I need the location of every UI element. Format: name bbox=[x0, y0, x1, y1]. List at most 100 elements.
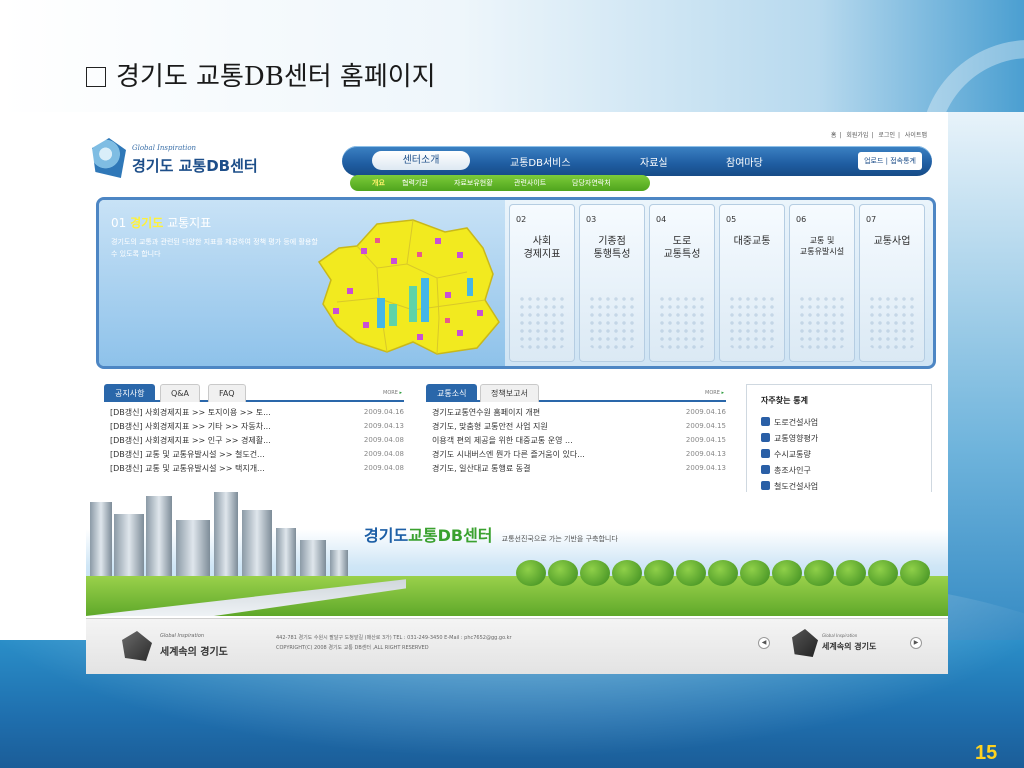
footer-banner-name: 세계속의 경기도 bbox=[822, 642, 877, 651]
news-date: 2009.04.13 bbox=[685, 464, 726, 472]
tile-number: 05 bbox=[726, 215, 737, 224]
main-nav-item-center-intro[interactable]: 센터소개 bbox=[372, 151, 470, 170]
footer-next-button[interactable]: ▶ bbox=[910, 637, 922, 649]
footer-prev-button[interactable]: ◀ bbox=[758, 637, 770, 649]
main-nav-item-participation[interactable]: 참여마당 bbox=[726, 154, 763, 169]
building-shape bbox=[90, 502, 112, 580]
city-banner-image: 경기도교통DB센터 교통선진국으로 가는 기반을 구축합니다 bbox=[86, 492, 948, 616]
news-tabs: 교통소식 정책보고서 MORE ▸ bbox=[426, 382, 726, 402]
gyeonggi-emblem-icon bbox=[792, 629, 818, 657]
tree-shape bbox=[516, 560, 546, 586]
news-row[interactable]: 경기도교통연수원 홈페이지 개편 2009.04.16 bbox=[426, 406, 726, 420]
tile-road-traffic[interactable]: 04 도로 교통특성 bbox=[649, 204, 715, 362]
notice-title: [DB갱신] 교통 및 교통유발시설 >> 택지개... bbox=[110, 464, 265, 473]
tile-od-travel[interactable]: 03 기종점 통행특성 bbox=[579, 204, 645, 362]
util-link-login[interactable]: 로그인 bbox=[878, 132, 895, 139]
util-link-sitemap[interactable]: 사이트맵 bbox=[905, 132, 927, 139]
favorite-item-population[interactable]: 총조사인구 bbox=[761, 465, 811, 481]
news-row[interactable]: 경기도 시내버스엔 뭔가 다른 즐거움이 있다... 2009.04.13 bbox=[426, 448, 726, 462]
slogan-prefix: 경기도 bbox=[364, 526, 409, 545]
favorite-label: 교통영향평가 bbox=[774, 434, 819, 443]
footer-address: 442-781 경기도 수원시 팔달구 도청앞길 (매산로 3가) TEL : … bbox=[276, 633, 512, 653]
slogan-brand: 교통DB센터 bbox=[408, 526, 493, 545]
news-title: 경기도, 맞춤형 교통안전 사업 지원 bbox=[432, 422, 548, 431]
util-link-signup[interactable]: 회원가입 bbox=[846, 132, 868, 139]
footer-tagline: Global Inspiration bbox=[160, 633, 205, 639]
notice-date: 2009.04.08 bbox=[363, 436, 404, 444]
tree-shape bbox=[836, 560, 866, 586]
favorite-label: 도로건설사업 bbox=[774, 418, 819, 427]
footer-logo: Global Inspiration 세계속의 경기도 bbox=[122, 631, 242, 663]
news-list: 경기도교통연수원 홈페이지 개편 2009.04.16 경기도, 맞춤형 교통안전… bbox=[426, 406, 726, 476]
sub-nav-item-overview[interactable]: 개요 bbox=[372, 178, 385, 188]
notice-row[interactable]: [DB갱신] 사회경제지표 >> 인구 >> 경제활... 2009.04.08 bbox=[104, 434, 404, 448]
tile-pattern bbox=[728, 295, 776, 349]
notice-more-link[interactable]: MORE ▸ bbox=[383, 390, 402, 396]
tree-shape bbox=[900, 560, 930, 586]
news-row[interactable]: 경기도, 맞춤형 교통안전 사업 지원 2009.04.15 bbox=[426, 420, 726, 434]
tile-public-transit[interactable]: 05 대중교통 bbox=[719, 204, 785, 362]
news-date: 2009.04.15 bbox=[685, 436, 726, 444]
tile-pattern bbox=[588, 295, 636, 349]
news-row[interactable]: 경기도, 일산대교 통행료 동결 2009.04.13 bbox=[426, 462, 726, 476]
footer-copyright: COPYRIGHT(C) 2008 경기도 교통 DB센터 ,ALL RIGHT… bbox=[276, 645, 429, 651]
favorite-label: 철도건설사업 bbox=[774, 482, 819, 491]
sub-nav-item-related-sites[interactable]: 관련사이트 bbox=[514, 178, 546, 188]
footer-banner-tagline: Global Inspiration bbox=[822, 633, 858, 638]
tile-number: 06 bbox=[796, 215, 807, 224]
util-link-home[interactable]: 홈 bbox=[831, 132, 837, 139]
tile-pattern bbox=[518, 295, 566, 349]
sub-nav-item-contacts[interactable]: 담당자연락처 bbox=[572, 178, 611, 188]
news-board: 교통소식 정책보고서 MORE ▸ 경기도교통연수원 홈페이지 개편 2009.0… bbox=[426, 382, 726, 490]
tab-policy-reports[interactable]: 정책보고서 bbox=[480, 384, 539, 402]
tab-traffic-news[interactable]: 교통소식 bbox=[426, 384, 478, 402]
slide-right-band bbox=[948, 112, 1024, 672]
notice-title: [DB갱신] 교통 및 교통유발시설 >> 철도건... bbox=[110, 450, 265, 459]
tab-faq[interactable]: FAQ bbox=[208, 384, 246, 402]
favorite-item-traffic-volume[interactable]: 수시교통량 bbox=[761, 449, 811, 465]
notice-row[interactable]: [DB갱신] 교통 및 교통유발시설 >> 택지개... 2009.04.08 bbox=[104, 462, 404, 476]
footer-banner-logo[interactable]: Global Inspiration 세계속의 경기도 bbox=[792, 629, 902, 661]
tree-shape bbox=[740, 560, 770, 586]
slide-title-text: 경기도 교통DB센터 홈페이지 bbox=[116, 62, 436, 92]
feature-heading: 01 경기도 교통지표 bbox=[111, 214, 211, 231]
more-arrow-icon: ▸ bbox=[399, 390, 402, 396]
main-nav-item-db-service[interactable]: 교통DB서비스 bbox=[510, 154, 571, 169]
notice-title: [DB갱신] 사회경제지표 >> 기타 >> 자동차... bbox=[110, 422, 271, 431]
sub-nav-item-holdings[interactable]: 자료보유현황 bbox=[454, 178, 493, 188]
tile-traffic-facilities[interactable]: 06 교통 및 교통유발시설 bbox=[789, 204, 855, 362]
tile-traffic-projects[interactable]: 07 교통사업 bbox=[859, 204, 925, 362]
logo-emblem-icon bbox=[92, 138, 126, 178]
notice-title: [DB갱신] 사회경제지표 >> 토지이용 >> 토... bbox=[110, 408, 271, 417]
news-more-link[interactable]: MORE ▸ bbox=[705, 390, 724, 396]
building-shape bbox=[214, 492, 238, 580]
favorite-item-traffic-impact[interactable]: 교통영향평가 bbox=[761, 433, 818, 449]
news-row[interactable]: 이용객 편의 제공을 위한 대중교통 운영 ... 2009.04.15 bbox=[426, 434, 726, 448]
favorite-item-road-construction[interactable]: 도로건설사업 bbox=[761, 417, 818, 433]
notice-row[interactable]: [DB갱신] 사회경제지표 >> 기타 >> 자동차... 2009.04.13 bbox=[104, 420, 404, 434]
upload-stats-buttons[interactable]: 업로드 | 접속통계 bbox=[858, 152, 922, 170]
tree-shape bbox=[676, 560, 706, 586]
more-arrow-icon: ▸ bbox=[721, 390, 724, 396]
tree-shape bbox=[548, 560, 578, 586]
sub-nav-item-partners[interactable]: 협력기관 bbox=[402, 178, 428, 188]
notice-date: 2009.04.16 bbox=[363, 408, 404, 416]
tile-label: 기종점 통행특성 bbox=[593, 236, 631, 260]
notice-list: [DB갱신] 사회경제지표 >> 토지이용 >> 토... 2009.04.16 … bbox=[104, 406, 404, 476]
tab-qna[interactable]: Q&A bbox=[160, 384, 201, 402]
tile-socioeconomic[interactable]: 02 사회 경제지표 bbox=[509, 204, 575, 362]
notice-row[interactable]: [DB갱신] 사회경제지표 >> 토지이용 >> 토... 2009.04.16 bbox=[104, 406, 404, 420]
site-logo[interactable]: Global Inspiration 경기도 교통DB센터 bbox=[92, 138, 292, 182]
main-nav-item-archive[interactable]: 자료실 bbox=[640, 154, 668, 169]
tab-notices[interactable]: 공지사항 bbox=[104, 384, 156, 402]
favorite-stats-box: 자주찾는 통계 도로건설사업 교통영향평가 수시교통량 총조사인구 철도건설사업 bbox=[746, 384, 932, 498]
square-bullet-icon bbox=[761, 417, 770, 426]
notice-row[interactable]: [DB갱신] 교통 및 교통유발시설 >> 철도건... 2009.04.08 bbox=[104, 448, 404, 462]
feature-panel-traffic-indicators[interactable]: 01 경기도 교통지표 경기도의 교통과 관련된 다양한 지표를 제공하여 정책… bbox=[99, 200, 505, 366]
square-bullet-icon bbox=[761, 449, 770, 458]
tile-label: 교통 및 교통유발시설 bbox=[799, 236, 845, 256]
slogan-tail: 교통선진국으로 가는 기반을 구축합니다 bbox=[501, 535, 618, 543]
news-title: 경기도 시내버스엔 뭔가 다른 즐거움이 있다... bbox=[432, 450, 585, 459]
tile-pattern bbox=[658, 295, 706, 349]
more-label: MORE bbox=[705, 390, 720, 396]
